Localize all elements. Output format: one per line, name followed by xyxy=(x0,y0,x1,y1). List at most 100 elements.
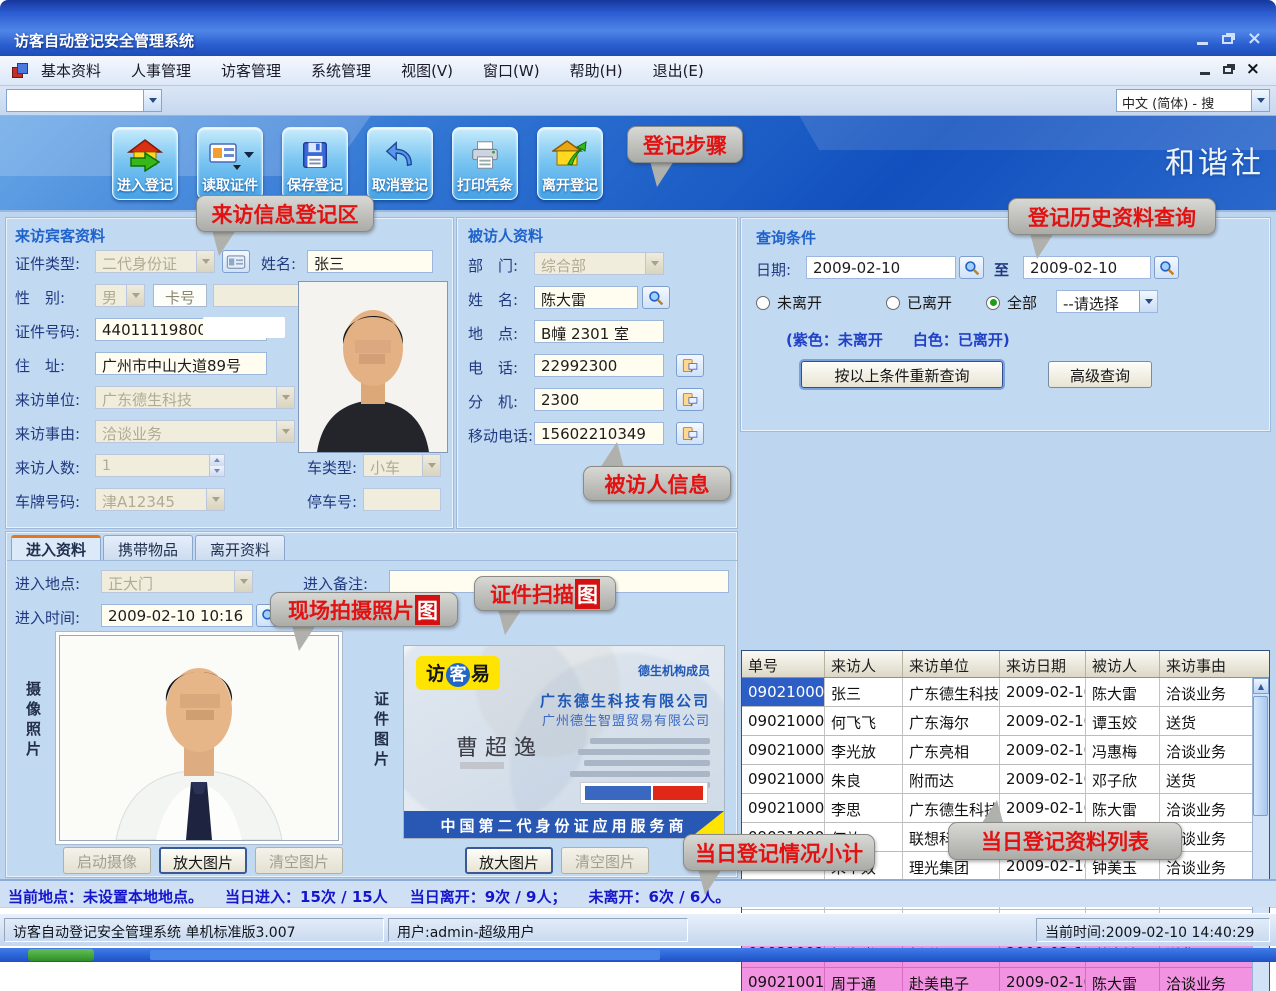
quick-select-combo[interactable] xyxy=(6,89,162,112)
menu-item-3[interactable]: 系统管理 xyxy=(311,60,371,81)
table-row-2[interactable]: 090210002何飞飞广东海尔2009-02-10谭玉姣送货 xyxy=(742,707,1252,736)
language-bar[interactable]: 中文 (简体) - 搜 xyxy=(1116,89,1270,112)
menu-item-6[interactable]: 帮助(H) xyxy=(570,60,623,81)
table-row-11[interactable]: 090210011周于通赴美电子2009-02-10陈大雷洽谈业务 xyxy=(742,968,1252,991)
table-row-4[interactable]: 090210004朱良附而达2009-02-10邓子欣送货 xyxy=(742,765,1252,794)
left-photo-buttons-3[interactable]: 清空图片 xyxy=(255,847,343,874)
mdi-minimize-icon[interactable] xyxy=(1200,72,1210,75)
table-cell[interactable]: 洽谈业务 xyxy=(1160,968,1252,991)
table-cell[interactable]: 陈大雷 xyxy=(1086,678,1160,706)
mdi-close-icon[interactable]: × xyxy=(1246,63,1260,76)
table-cell[interactable]: 广东德生科技 xyxy=(903,678,1000,706)
chevron-down-icon[interactable] xyxy=(276,421,294,442)
address-input[interactable]: 广州市中山大道89号 xyxy=(95,352,267,375)
date-to-input[interactable]: 2009-02-10 xyxy=(1023,256,1151,279)
tab-2[interactable]: 携带物品 xyxy=(103,535,193,560)
table-cell[interactable]: 2009-02-10 xyxy=(1000,736,1086,764)
table-cell[interactable]: 090210004 xyxy=(742,765,825,793)
gender-combo[interactable]: 男 xyxy=(95,284,145,307)
plate-combo[interactable]: 津A12345 xyxy=(95,488,225,511)
toolbar-button-6[interactable]: 离开登记 xyxy=(537,127,603,200)
card-no-button[interactable]: 卡号 xyxy=(153,284,207,307)
radio-3[interactable]: 全部 xyxy=(986,292,1037,313)
parking-input[interactable] xyxy=(363,488,441,511)
table-cell[interactable]: 2009-02-10 xyxy=(1000,765,1086,793)
table-cell[interactable]: 洽谈业务 xyxy=(1160,736,1252,764)
date-from-picker-icon[interactable] xyxy=(959,256,984,279)
date-from-input[interactable]: 2009-02-10 xyxy=(806,256,956,279)
entry-time-input[interactable]: 2009-02-10 10:16 xyxy=(101,604,253,627)
table-cell[interactable]: 2009-02-10 xyxy=(1000,678,1086,706)
table-cell[interactable]: 冯惠梅 xyxy=(1086,736,1160,764)
chevron-down-icon[interactable] xyxy=(645,253,663,274)
search-icon[interactable] xyxy=(642,286,670,309)
scroll-up-icon[interactable]: ▲ xyxy=(1253,678,1269,694)
table-cell[interactable]: 090210003 xyxy=(742,736,825,764)
card-no-input[interactable] xyxy=(213,284,299,307)
status-select[interactable]: --请选择 xyxy=(1056,290,1158,313)
right-photo-buttons-1[interactable]: 放大图片 xyxy=(465,847,553,874)
table-cell[interactable]: 2009-02-10 xyxy=(1000,968,1086,991)
chevron-down-icon[interactable] xyxy=(276,387,294,408)
dial-mobile-icon[interactable] xyxy=(676,422,704,445)
tab-3[interactable]: 离开资料 xyxy=(195,535,285,560)
toolbar-button-4[interactable]: 取消登记 xyxy=(367,127,433,200)
table-cell[interactable]: 李思 xyxy=(825,794,903,822)
menu-item-7[interactable]: 退出(E) xyxy=(653,60,704,81)
requery-button[interactable]: 按以上条件重新查询 xyxy=(801,361,1003,388)
table-header-cell[interactable]: 来访单位 xyxy=(903,651,1000,677)
table-cell[interactable]: 090210002 xyxy=(742,707,825,735)
menu-item-5[interactable]: 窗口(W) xyxy=(483,60,540,81)
radio-1[interactable]: 未离开 xyxy=(756,292,822,313)
table-cell[interactable]: 朱良 xyxy=(825,765,903,793)
table-cell[interactable]: 090210001 xyxy=(742,678,825,706)
visitor-count-stepper[interactable]: 1 xyxy=(95,454,225,477)
restore-icon[interactable] xyxy=(1222,35,1233,44)
spin-down-icon[interactable] xyxy=(210,466,224,477)
table-cell[interactable]: 090210011 xyxy=(742,968,825,991)
table-cell[interactable]: 洽谈业务 xyxy=(1160,794,1252,822)
table-header-cell[interactable]: 来访人 xyxy=(825,651,903,677)
toolbar-button-5[interactable]: 打印凭条 xyxy=(452,127,518,200)
visitor-name-input[interactable]: 张三 xyxy=(307,250,433,273)
visit-reason-combo[interactable]: 洽谈业务 xyxy=(95,420,295,443)
menu-item-1[interactable]: 人事管理 xyxy=(131,60,191,81)
toolbar-button-3[interactable]: 保存登记 xyxy=(282,127,348,200)
chevron-down-icon[interactable] xyxy=(206,489,224,510)
advanced-query-button[interactable]: 高级查询 xyxy=(1048,361,1152,388)
scroll-thumb[interactable] xyxy=(1253,696,1268,816)
table-row-3[interactable]: 090210003李光放广东亮相2009-02-10冯惠梅洽谈业务 xyxy=(742,736,1252,765)
table-cell[interactable]: 邓子欣 xyxy=(1086,765,1160,793)
chevron-down-icon[interactable] xyxy=(1139,291,1157,312)
minimize-icon[interactable] xyxy=(1197,42,1208,45)
close-icon[interactable]: × xyxy=(1247,32,1262,46)
table-cell[interactable]: 赴美电子 xyxy=(903,968,1000,991)
cert-type-combo[interactable]: 二代身份证 xyxy=(95,250,215,273)
toolbar-button-1[interactable]: 进入登记 xyxy=(112,127,178,200)
dept-combo[interactable]: 综合部 xyxy=(534,252,664,275)
radio-icon[interactable] xyxy=(756,296,770,310)
table-header-cell[interactable]: 来访事由 xyxy=(1160,651,1269,677)
table-header-cell[interactable]: 单号 xyxy=(742,651,825,677)
table-row-1[interactable]: 090210001张三广东德生科技2009-02-10陈大雷洽谈业务 xyxy=(742,678,1252,707)
table-cell[interactable]: 送货 xyxy=(1160,707,1252,735)
radio-icon[interactable] xyxy=(886,296,900,310)
table-header-cell[interactable]: 来访日期 xyxy=(1000,651,1086,677)
chevron-down-icon[interactable] xyxy=(234,571,252,592)
chevron-down-icon[interactable] xyxy=(143,90,161,111)
tab-1[interactable]: 进入资料 xyxy=(11,535,101,560)
table-cell[interactable]: 陈大雷 xyxy=(1086,794,1160,822)
table-cell[interactable]: 何飞飞 xyxy=(825,707,903,735)
table-cell[interactable]: 张三 xyxy=(825,678,903,706)
spin-up-icon[interactable] xyxy=(210,455,224,466)
dial-phone-icon[interactable] xyxy=(676,354,704,377)
dial-ext-icon[interactable] xyxy=(676,388,704,411)
table-cell[interactable]: 洽谈业务 xyxy=(1160,678,1252,706)
mobile-input[interactable]: 15602210349 xyxy=(534,422,664,445)
menu-item-4[interactable]: 视图(V) xyxy=(401,60,453,81)
table-cell[interactable]: 周于通 xyxy=(825,968,903,991)
table-header-cell[interactable]: 被访人 xyxy=(1086,651,1160,677)
entry-place-combo[interactable]: 正大门 xyxy=(101,570,253,593)
visitee-name-input[interactable]: 陈大雷 xyxy=(534,286,638,309)
table-cell[interactable]: 广东亮相 xyxy=(903,736,1000,764)
